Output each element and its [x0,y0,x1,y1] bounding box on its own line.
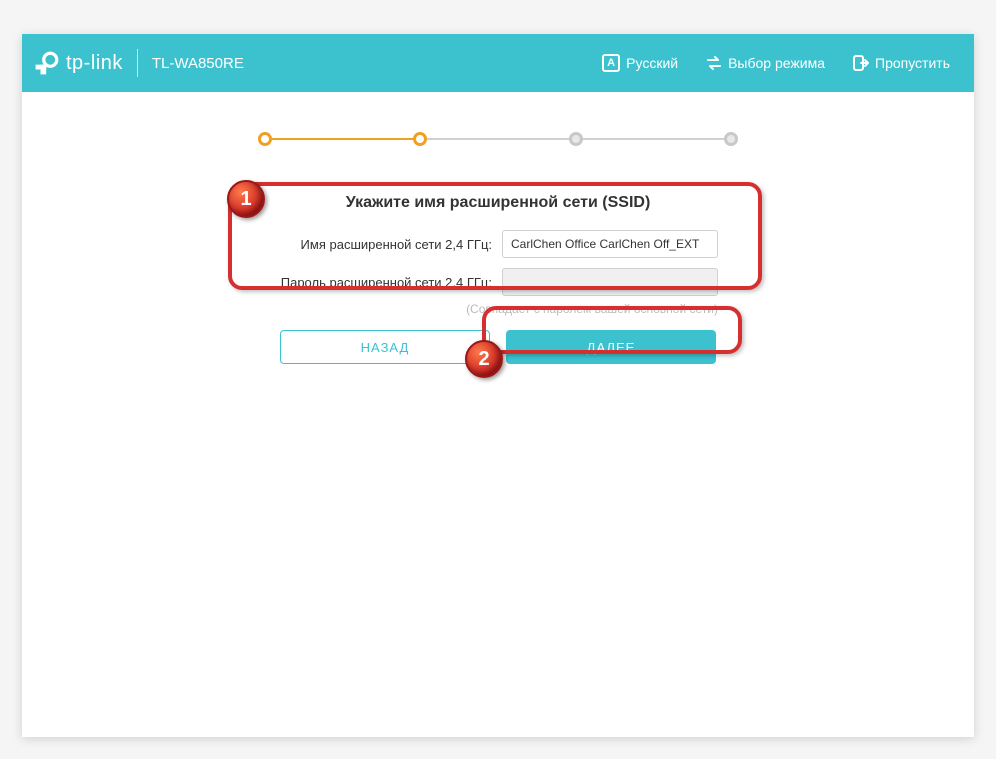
language-label: Русский [626,55,678,71]
ssid-form: Укажите имя расширенной сети (SSID) Имя … [218,194,778,364]
swap-icon [706,55,722,71]
exit-icon [853,55,869,71]
step-line-3 [583,138,724,140]
brand-logo: tp-link [34,50,123,76]
tplink-icon [34,50,60,76]
ssid-row: Имя расширенной сети 2,4 ГГц: [218,230,778,258]
header-actions: А Русский Выбор режима Пропустить [602,54,950,72]
progress-stepper [258,132,738,146]
password-hint: (Совпадает с паролем вашей основной сети… [218,302,778,316]
mode-label: Выбор режима [728,55,825,71]
back-button[interactable]: НАЗАД [280,330,490,364]
content-area: Укажите имя расширенной сети (SSID) Имя … [22,92,974,364]
step-line-2 [427,138,568,140]
password-row: Пароль расширенной сети 2,4 ГГц: [218,268,778,296]
step-4-dot [724,132,738,146]
mode-selector[interactable]: Выбор режима [706,55,825,71]
header-divider [137,49,138,77]
next-button[interactable]: ДАЛЕЕ [506,330,716,364]
language-icon: А [602,54,620,72]
password-input[interactable] [502,268,718,296]
skip-label: Пропустить [875,55,950,71]
header: tp-link TL-WA850RE А Русский Выбор режим… [22,34,974,92]
password-label: Пароль расширенной сети 2,4 ГГц: [281,275,492,290]
step-2-dot [413,132,427,146]
language-selector[interactable]: А Русский [602,54,678,72]
ssid-input[interactable] [502,230,718,258]
form-title: Укажите имя расширенной сети (SSID) [218,194,778,212]
step-3-dot [569,132,583,146]
skip-button[interactable]: Пропустить [853,55,950,71]
button-row: НАЗАД ДАЛЕЕ [218,330,778,364]
app-window: tp-link TL-WA850RE А Русский Выбор режим… [22,34,974,737]
step-1-dot [258,132,272,146]
ssid-label: Имя расширенной сети 2,4 ГГц: [301,237,492,252]
step-line-1 [272,138,413,140]
model-name: TL-WA850RE [152,55,244,72]
brand-text: tp-link [66,52,123,75]
